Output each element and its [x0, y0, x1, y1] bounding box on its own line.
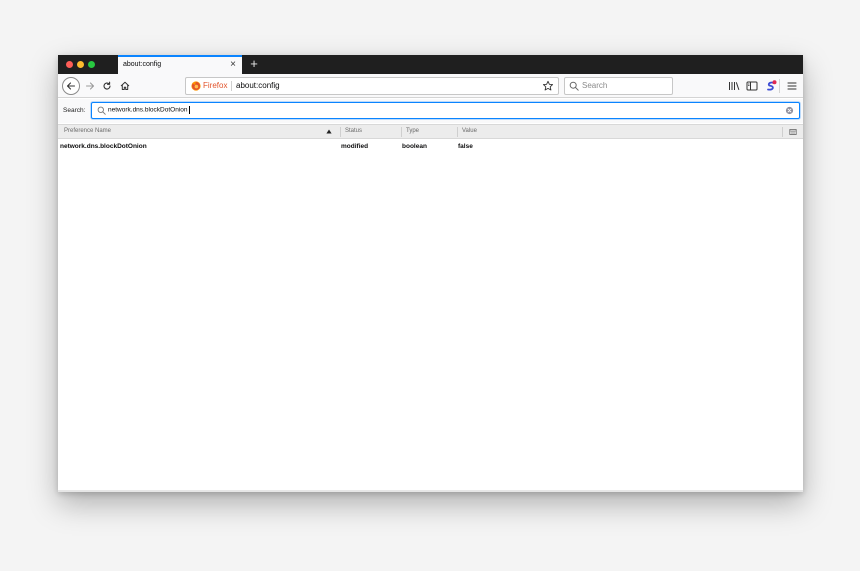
url-text[interactable]: about:config — [236, 81, 280, 90]
prefs-search-text: network.dns.blockDotOnion — [108, 106, 188, 114]
column-divider[interactable] — [340, 127, 341, 137]
sort-arrow-icon — [326, 129, 332, 134]
column-picker-icon[interactable] — [789, 128, 797, 136]
pref-type-cell: boolean — [402, 143, 427, 150]
home-button[interactable] — [116, 77, 134, 95]
column-header-value[interactable]: Value — [462, 128, 477, 134]
close-window-button[interactable] — [66, 61, 73, 68]
nav-bar: Firefox about:config Search — [58, 74, 803, 98]
home-icon — [120, 81, 130, 90]
identity-label: Firefox — [203, 81, 228, 90]
url-bar[interactable]: Firefox about:config — [185, 77, 559, 95]
search-placeholder: Search — [582, 81, 608, 90]
column-header-type[interactable]: Type — [406, 128, 419, 134]
menu-icon[interactable] — [785, 79, 799, 93]
library-icon[interactable] — [727, 79, 741, 93]
tab-about-config[interactable]: about:config × — [118, 55, 242, 74]
url-separator — [231, 81, 232, 91]
browser-window: about:config × + Firefox about:config Se… — [58, 55, 803, 492]
column-header-name[interactable]: Preference Name — [64, 128, 111, 134]
pref-name-cell: network.dns.blockDotOnion — [60, 143, 147, 150]
zoom-window-button[interactable] — [88, 61, 95, 68]
window-bottom-edge — [58, 490, 803, 492]
star-icon[interactable] — [542, 80, 554, 92]
tab-close-icon[interactable]: × — [228, 60, 238, 70]
tab-bar: about:config × + — [58, 55, 803, 74]
pref-value-cell: false — [458, 143, 473, 150]
column-divider[interactable] — [401, 127, 402, 137]
minimize-window-button[interactable] — [77, 61, 84, 68]
pref-status-cell: modified — [341, 143, 369, 150]
reload-button[interactable] — [98, 77, 116, 95]
search-icon — [569, 81, 579, 91]
tab-title: about:config — [123, 61, 162, 68]
firefox-logo-icon — [191, 81, 201, 91]
column-header-status[interactable]: Status — [345, 128, 362, 134]
clear-icon[interactable] — [785, 106, 794, 115]
toolbar-separator — [779, 79, 780, 93]
prefs-search-input[interactable]: network.dns.blockDotOnion — [91, 102, 800, 119]
prefs-search-row: Search: network.dns.blockDotOnion — [58, 99, 803, 123]
back-icon — [66, 82, 76, 90]
new-tab-button[interactable]: + — [248, 57, 260, 71]
back-button[interactable] — [62, 77, 80, 95]
table-header: Preference Name Status Type Value — [58, 124, 803, 139]
search-icon — [97, 106, 106, 115]
table-row[interactable]: network.dns.blockDotOnion modified boole… — [58, 141, 803, 153]
forward-button[interactable] — [81, 77, 99, 95]
search-bar[interactable]: Search — [564, 77, 673, 95]
prefs-search-value: network.dns.blockDotOnion — [108, 106, 190, 114]
prefs-search-label: Search: — [63, 107, 86, 114]
sidebar-icon[interactable] — [745, 79, 759, 93]
column-divider[interactable] — [457, 127, 458, 137]
extension-icon[interactable] — [764, 79, 778, 93]
forward-icon — [85, 82, 95, 90]
reload-icon — [103, 81, 111, 90]
text-caret — [188, 106, 190, 114]
column-divider[interactable] — [782, 127, 783, 137]
